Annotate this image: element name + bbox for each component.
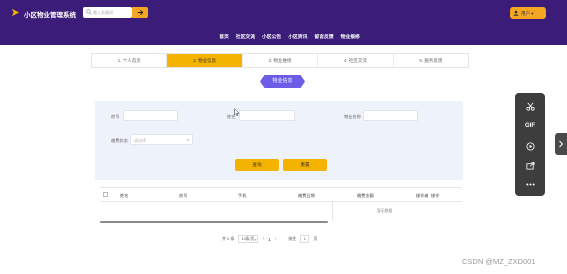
- nav-item-home[interactable]: 首页: [219, 33, 229, 40]
- property-name-input[interactable]: [363, 110, 418, 121]
- export-icon: [525, 161, 535, 170]
- section-title: 物业信息: [260, 75, 305, 88]
- app-title: 小区物业管理系统: [24, 12, 76, 19]
- tab-personal-home[interactable]: 1. 个人首页: [92, 54, 168, 67]
- main-nav: 首页 社区交流 小区公告 小区资讯 留言反馈 物业报修: [0, 28, 567, 45]
- column-header: 姓名: [120, 193, 129, 198]
- column-header: 房号: [179, 193, 188, 198]
- search-input[interactable]: 输入关键词: [83, 7, 132, 18]
- column-header: 操作者: [416, 193, 429, 198]
- watermark-text: CSDN @MZ_ZXD001: [462, 257, 536, 266]
- more-dots-icon: [525, 183, 535, 185]
- logo-icon: [11, 8, 20, 17]
- gif-button[interactable]: GIF: [515, 118, 545, 134]
- horizontal-scrollbar[interactable]: [100, 221, 328, 223]
- side-collapse-tab[interactable]: [555, 133, 567, 155]
- scissors-button[interactable]: [515, 98, 545, 114]
- nav-item-news[interactable]: 小区资讯: [288, 33, 307, 40]
- current-page[interactable]: 1: [268, 237, 271, 242]
- top-header: 小区物业管理系统 输入关键词 用户 ▾: [0, 0, 567, 28]
- chevron-down-icon: ▾: [254, 237, 257, 242]
- empty-state-text: 暂无数据: [377, 209, 393, 213]
- select-all-checkbox[interactable]: [103, 192, 108, 197]
- room-input[interactable]: [123, 110, 178, 121]
- column-header: 缴费日期: [298, 193, 315, 198]
- page-size-select[interactable]: 10条/页 ▾: [238, 235, 259, 243]
- arrow-right-icon: [137, 10, 143, 15]
- user-label: 用户 ▾: [521, 10, 534, 16]
- chevron-down-icon: ▾: [187, 137, 189, 142]
- tab-property-info[interactable]: 2. 物业信息: [167, 54, 243, 67]
- name-input[interactable]: [239, 110, 295, 121]
- data-table: 姓名 房号 手机 缴费日期 缴费金额 操作者 操作 暂无数据: [100, 187, 462, 224]
- column-divider: [332, 202, 333, 221]
- floating-toolbar: GIF: [515, 93, 545, 196]
- tab-community[interactable]: 4. 社区交流: [318, 54, 394, 67]
- nav-item-community[interactable]: 社区交流: [236, 33, 255, 40]
- user-menu-button[interactable]: 用户 ▾: [510, 7, 546, 19]
- next-page-icon[interactable]: ›: [275, 236, 277, 242]
- play-circle-icon: [525, 141, 535, 151]
- column-header: 手机: [238, 193, 247, 198]
- nav-item-repair[interactable]: 物业报修: [341, 33, 360, 40]
- column-header: 缴费金额: [357, 193, 374, 198]
- user-icon: [513, 10, 519, 16]
- page-size-value: 10条/页: [241, 237, 255, 241]
- more-button[interactable]: [515, 176, 545, 192]
- search-placeholder: 输入关键词: [93, 9, 113, 15]
- goto-label: 前往: [288, 236, 297, 241]
- column-header: 操作: [431, 193, 440, 198]
- tab-property-repair[interactable]: 3. 物业维修: [243, 54, 319, 67]
- play-record-button[interactable]: [515, 138, 545, 154]
- reset-button[interactable]: 重置: [283, 159, 327, 171]
- nav-item-notices[interactable]: 小区公告: [262, 33, 281, 40]
- payment-status-label: 缴费状态: [111, 138, 128, 143]
- query-button[interactable]: 查询: [235, 159, 279, 171]
- tab-service-feedback[interactable]: 5. 服务反馈: [394, 54, 468, 67]
- status-placeholder: 请选择: [134, 137, 146, 143]
- chevron-right-icon: [559, 140, 564, 148]
- filter-panel: 房号 姓名 物业名称 缴费状态 请选择 ▾ 查询 重置: [95, 101, 463, 180]
- payment-status-select[interactable]: 请选择 ▾: [130, 134, 193, 145]
- search-button[interactable]: [132, 7, 148, 18]
- step-tabs: 1. 个人首页 2. 物业信息 3. 物业维修 4. 社区交流 5. 服务反馈: [91, 53, 469, 68]
- total-count: 共 0 条: [222, 236, 235, 241]
- room-label: 房号: [111, 114, 120, 119]
- prev-page-icon[interactable]: ‹: [262, 236, 264, 242]
- search-icon: [86, 9, 92, 15]
- mouse-cursor-icon: [234, 108, 240, 116]
- nav-item-feedback[interactable]: 留言反馈: [314, 33, 333, 40]
- goto-page-input[interactable]: 1: [300, 235, 310, 243]
- page-suffix: 页: [313, 236, 318, 241]
- property-name-label: 物业名称: [344, 114, 361, 119]
- pagination: 共 0 条 10条/页 ▾ ‹ 1 › 前往 1 页: [222, 234, 317, 244]
- table-header: 姓名 房号 手机 缴费日期 缴费金额 操作者 操作: [100, 187, 462, 202]
- export-button[interactable]: [515, 157, 545, 173]
- scissors-icon: [525, 102, 535, 111]
